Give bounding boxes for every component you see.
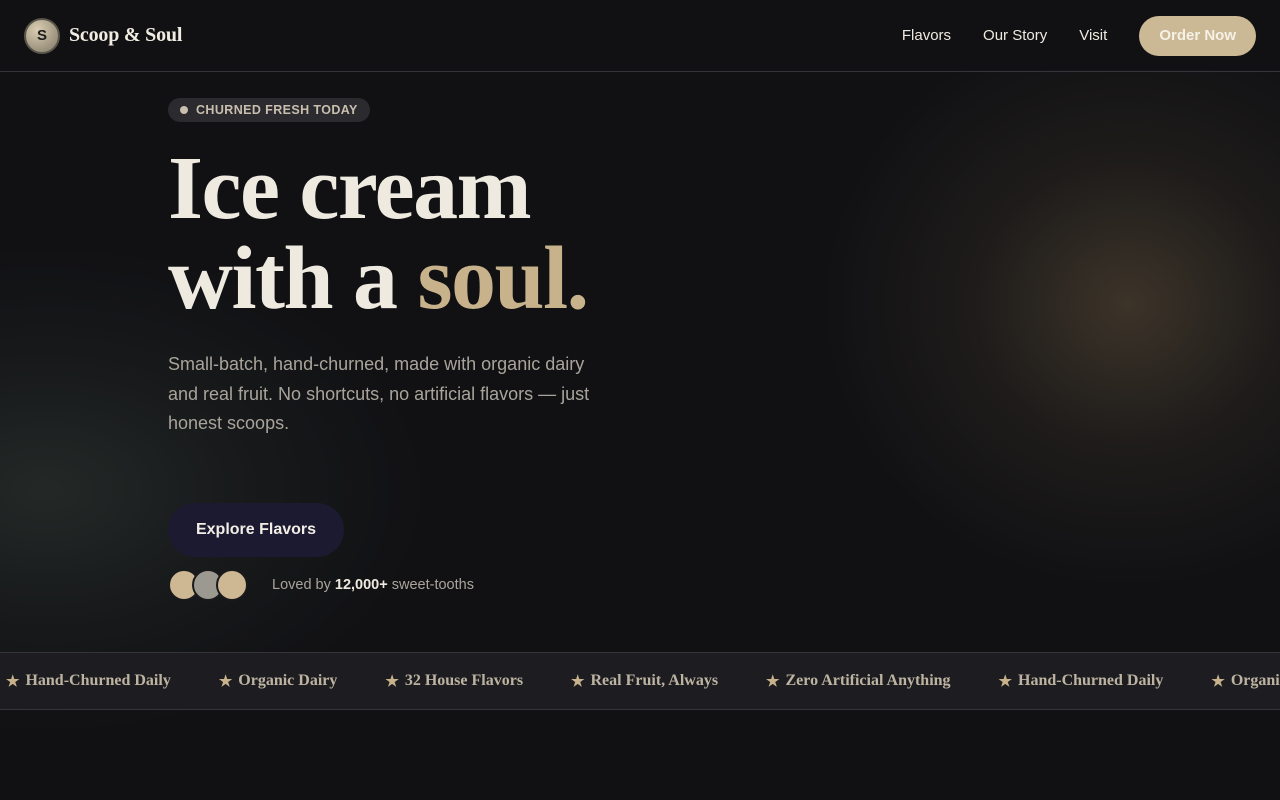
marquee-item: ★ Real Fruit, Always — [571, 672, 718, 691]
main-nav: Flavors Our Story Visit Order Now — [902, 15, 1256, 56]
marquee-track: ★ Hand-Churned Daily ★ Organic Dairy ★ 32 H… — [6, 653, 1280, 709]
marquee-item: ★ Hand-Churned Daily — [6, 672, 171, 691]
fresh-badge: CHURNED FRESH TODAY — [168, 98, 370, 122]
nav-link-flavors[interactable]: Flavors — [902, 27, 951, 44]
marquee-item: ★ Zero Artificial Anything — [766, 672, 951, 691]
headline-line-1: Ice cream — [168, 139, 532, 238]
marquee-item-label: Hand-Churned Daily — [25, 672, 171, 689]
badge-dot-icon — [180, 106, 188, 114]
star-icon: ★ — [1211, 673, 1225, 690]
ambient-glow-right — [820, 70, 1280, 590]
hero-headline: Ice cream with a soul. — [168, 144, 688, 324]
avatar-stack — [168, 568, 272, 601]
headline-line-2-prefix: with a — [168, 229, 418, 328]
marquee-item-label: Organic Dairy — [238, 672, 338, 689]
site-header: S Scoop & Soul Flavors Our Story Visit O… — [0, 0, 1280, 72]
social-proof-text: Loved by 12,000+ sweet-tooths — [272, 577, 474, 593]
social-prefix: Loved by — [272, 576, 335, 593]
marquee-item-label: Organic Dairy — [1230, 672, 1280, 689]
marquee-item: ★ Organic Dairy — [219, 672, 338, 691]
marquee-item-label: Real Fruit, Always — [590, 672, 719, 689]
nav-link-our-story[interactable]: Our Story — [983, 27, 1047, 44]
social-proof: Loved by 12,000+ sweet-tooths — [168, 568, 688, 601]
social-count: 12,000+ — [334, 576, 388, 593]
nav-link-visit[interactable]: Visit — [1079, 27, 1107, 44]
hero-section: CHURNED FRESH TODAY Ice cream with a sou… — [168, 98, 688, 601]
brand-logo-link[interactable]: S Scoop & Soul — [24, 17, 183, 54]
hero-subcopy: Small-batch, hand-churned, made with org… — [168, 354, 590, 433]
badge-label: CHURNED FRESH TODAY — [196, 103, 358, 117]
brand-mark-icon: S — [24, 17, 60, 54]
star-icon: ★ — [218, 673, 233, 690]
marquee-item: ★ 32 House Flavors — [385, 672, 523, 691]
marquee-item-label: 32 House Flavors — [404, 672, 524, 689]
star-icon: ★ — [6, 673, 20, 690]
marquee-item-label: Hand-Churned Daily — [1018, 672, 1164, 689]
star-icon: ★ — [998, 673, 1012, 690]
page: S Scoop & Soul Flavors Our Story Visit O… — [0, 0, 1280, 800]
marquee-item: ★ Hand-Churned Daily — [999, 672, 1164, 691]
star-icon: ★ — [766, 673, 780, 690]
marquee-item-label: Zero Artificial Anything — [785, 672, 951, 689]
headline-accent: soul. — [417, 229, 590, 328]
explore-flavors-button[interactable]: Explore Flavors — [168, 502, 344, 557]
marquee-item: ★ Organic Dairy — [1211, 672, 1280, 691]
avatar — [216, 568, 248, 601]
feature-marquee: ★ Hand-Churned Daily ★ Organic Dairy ★ 32 H… — [0, 652, 1280, 710]
brand-name: Scoop & Soul — [69, 24, 183, 46]
star-icon: ★ — [385, 673, 399, 690]
social-suffix: sweet-tooths — [387, 576, 474, 593]
order-now-button[interactable]: Order Now — [1139, 15, 1256, 56]
star-icon: ★ — [571, 673, 585, 690]
